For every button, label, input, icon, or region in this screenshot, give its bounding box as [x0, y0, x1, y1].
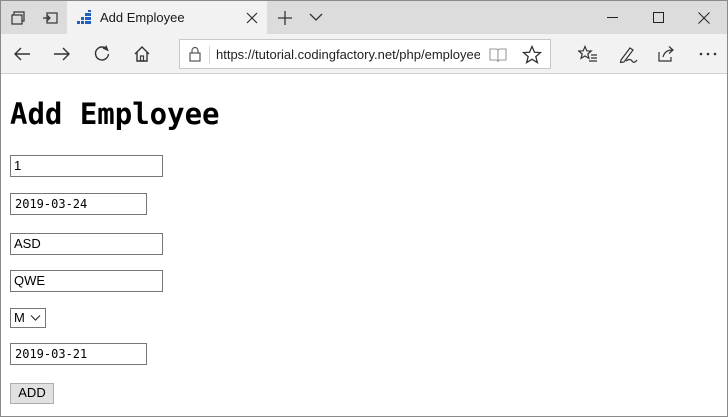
pen-icon	[618, 45, 638, 63]
emp-no-input[interactable]: 1	[10, 155, 163, 177]
chevron-down-icon	[309, 13, 323, 22]
more-button[interactable]	[691, 38, 725, 70]
url-text[interactable]: https://tutorial.codingfactory.net/php/e…	[216, 47, 480, 63]
gender-select[interactable]: M	[10, 308, 46, 328]
close-icon	[698, 11, 710, 24]
tab-bar: Add Employee	[1, 1, 727, 34]
forward-arrow-icon	[53, 46, 71, 62]
page-content: Add Employee 1 2019-03-24 ASD QWE M 2019…	[1, 75, 727, 416]
birth-date-input[interactable]: 2019-03-24	[10, 193, 147, 215]
refresh-button[interactable]	[85, 38, 119, 70]
set-aside-tabs-button[interactable]	[35, 1, 65, 34]
plus-icon	[278, 10, 292, 25]
add-button[interactable]: ADD	[10, 383, 54, 404]
tab-list-button[interactable]	[301, 1, 331, 34]
back-arrow-icon	[13, 46, 31, 62]
new-tab-button[interactable]	[270, 1, 300, 34]
tab-actions-button[interactable]	[3, 1, 33, 34]
close-tab-button[interactable]	[243, 9, 261, 27]
set-aside-tabs-icon	[42, 11, 58, 25]
home-icon	[133, 45, 151, 63]
home-button[interactable]	[125, 38, 159, 70]
gender-selected-value: M	[14, 310, 25, 325]
more-icon	[699, 52, 717, 56]
close-icon	[246, 12, 258, 24]
favorites-hub-icon	[578, 45, 598, 63]
address-separator	[209, 46, 210, 64]
tab-add-employee[interactable]: Add Employee	[67, 1, 267, 34]
address-bar[interactable]: https://tutorial.codingfactory.net/php/e…	[179, 39, 551, 69]
minimize-button[interactable]	[589, 1, 635, 34]
back-button[interactable]	[5, 38, 39, 70]
minimize-icon	[606, 12, 618, 23]
chevron-down-icon	[30, 314, 41, 322]
site-favicon-icon	[76, 10, 92, 26]
reading-view-icon	[489, 47, 507, 63]
favorite-button[interactable]	[522, 45, 542, 65]
maximize-icon	[652, 12, 664, 23]
lock-icon	[188, 46, 202, 62]
tab-actions-icon	[11, 10, 25, 25]
browser-window: Add Employee https://tutorial.codingfact…	[0, 0, 728, 417]
page-title: Add Employee	[10, 97, 220, 131]
forward-button[interactable]	[45, 38, 79, 70]
hire-date-input[interactable]: 2019-03-21	[10, 343, 147, 365]
star-icon	[522, 45, 542, 65]
tab-title: Add Employee	[100, 10, 185, 25]
share-button[interactable]	[650, 38, 684, 70]
reading-view-button[interactable]	[489, 47, 507, 63]
maximize-button[interactable]	[635, 1, 681, 34]
last-name-input[interactable]: QWE	[10, 270, 163, 292]
close-window-button[interactable]	[681, 1, 727, 34]
first-name-input[interactable]: ASD	[10, 233, 163, 255]
refresh-icon	[93, 45, 111, 63]
favorites-hub-button[interactable]	[571, 38, 605, 70]
share-icon	[657, 45, 677, 63]
notes-button[interactable]	[611, 38, 645, 70]
navigation-bar: https://tutorial.codingfactory.net/php/e…	[1, 34, 727, 74]
